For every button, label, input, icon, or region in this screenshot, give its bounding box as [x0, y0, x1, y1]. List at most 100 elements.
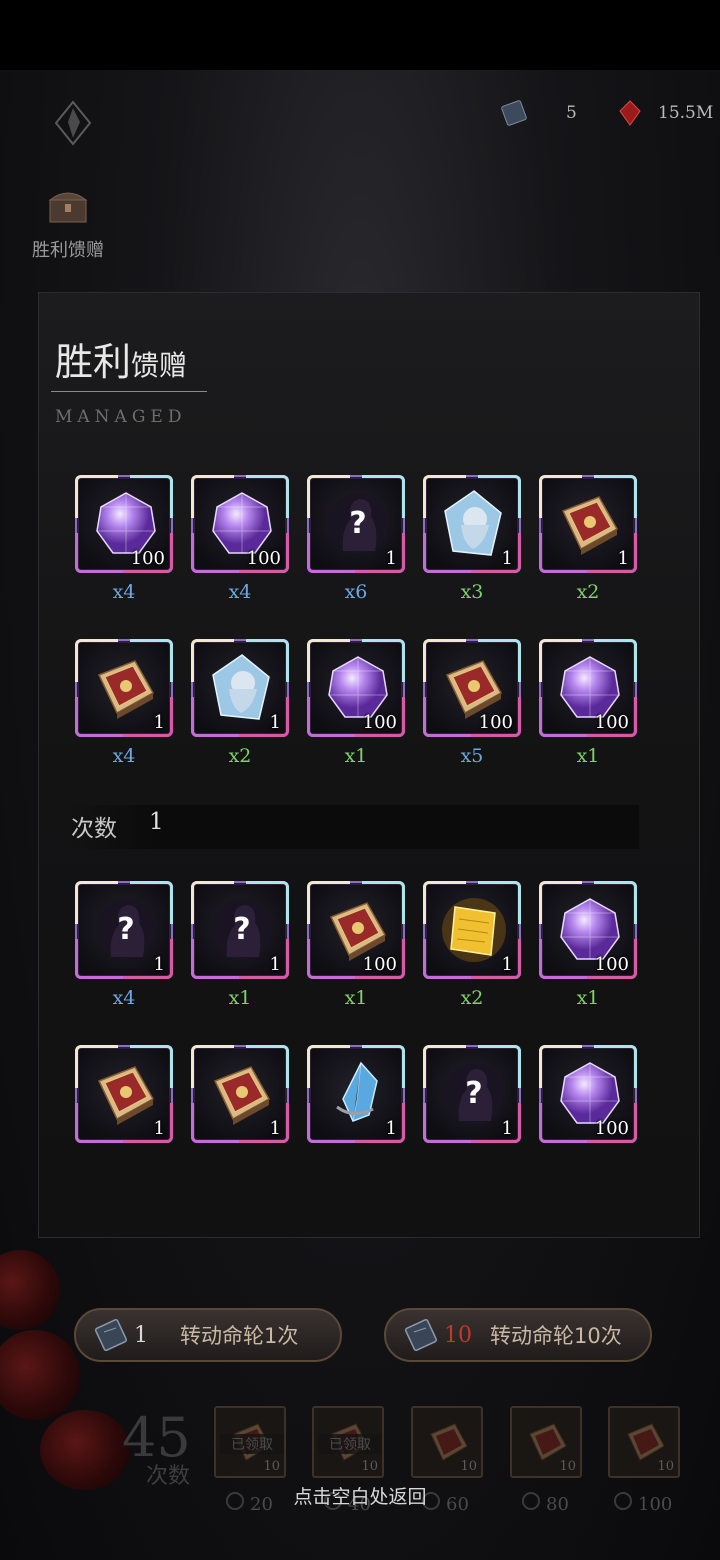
reward-quantity: 100 — [246, 548, 281, 569]
reward-multiplier: x1 — [228, 987, 252, 1009]
rose-decoration — [0, 1330, 80, 1420]
reward-item[interactable]: 1 x3 — [423, 475, 521, 603]
draw-count-value: 1 — [149, 809, 164, 835]
reward-item[interactable]: 1 — [191, 1045, 289, 1151]
reward-card[interactable]: 100 — [539, 881, 637, 979]
reward-quantity: 1 — [501, 548, 513, 569]
reward-card[interactable]: 100 — [423, 639, 521, 737]
reward-item[interactable]: 100 — [539, 1045, 637, 1151]
reward-card[interactable]: 1 — [75, 639, 173, 737]
milestone-reward-slot[interactable]: 10 — [411, 1406, 483, 1478]
milestone-reward-slot[interactable]: 已领取 10 — [214, 1406, 286, 1478]
reward-item[interactable]: 1 x2 — [539, 475, 637, 603]
reward-multiplier: x6 — [344, 581, 368, 603]
spin-once-button[interactable]: 1 转动命轮1次 — [74, 1308, 342, 1362]
svg-text:?: ? — [117, 912, 134, 947]
rose-decoration — [40, 1410, 130, 1490]
reward-item[interactable]: 1 x2 — [191, 639, 289, 767]
reward-card[interactable]: 1 — [191, 1045, 289, 1143]
reward-card[interactable]: 1 — [539, 475, 637, 573]
reward-card[interactable]: 1 — [75, 1045, 173, 1143]
reward-multiplier: x2 — [576, 581, 600, 603]
reward-item[interactable]: ? 1 — [423, 1045, 521, 1151]
reward-quantity: 1 — [153, 954, 165, 975]
rose-decoration — [0, 1250, 60, 1330]
reward-card[interactable]: 100 — [307, 639, 405, 737]
reward-item[interactable]: 1 x4 — [75, 639, 173, 767]
reward-card[interactable]: 100 — [539, 639, 637, 737]
reward-card[interactable]: ? 1 — [191, 881, 289, 979]
reward-item[interactable]: 100 x1 — [307, 881, 405, 1009]
reward-multiplier: x1 — [344, 987, 368, 1009]
reward-multiplier: x5 — [460, 745, 484, 767]
reward-card[interactable]: 1 — [423, 881, 521, 979]
reward-quantity: 1 — [269, 954, 281, 975]
reward-quantity: 1 — [269, 1118, 281, 1139]
milestone-reward-quantity: 10 — [361, 1459, 378, 1474]
reward-quantity: 100 — [362, 712, 397, 733]
spin-ten-button[interactable]: 10 转动命轮10次 — [384, 1308, 652, 1362]
ticket-icon — [404, 1318, 438, 1352]
claimed-tag: 已领取 — [220, 1434, 284, 1454]
reward-item[interactable]: ? 1 x4 — [75, 881, 173, 1009]
milestone-reward-slot[interactable]: 10 — [510, 1406, 582, 1478]
spin-ten-label: 转动命轮10次 — [490, 1324, 622, 1348]
panel-title-sub: 馈赠 — [131, 349, 188, 382]
reward-quantity: 100 — [130, 548, 165, 569]
reward-quantity: 1 — [617, 548, 629, 569]
reward-quantity: 1 — [153, 1118, 165, 1139]
ticket-count: 5 — [566, 103, 577, 123]
reward-row-4: 1 1 1? 1 100 — [75, 1045, 637, 1151]
game-logo-icon[interactable] — [50, 100, 96, 146]
ticket-icon — [94, 1318, 128, 1352]
reward-card[interactable]: ? 1 — [423, 1045, 521, 1143]
draw-count-bar: 次数 1 — [69, 805, 639, 849]
reward-item[interactable]: 100 x5 — [423, 639, 521, 767]
reward-card[interactable]: ? 1 — [75, 881, 173, 979]
reward-item[interactable]: 100 x4 — [75, 475, 173, 603]
reward-card[interactable]: 100 — [307, 881, 405, 979]
reward-card[interactable]: 1 — [191, 639, 289, 737]
reward-quantity: 1 — [501, 1118, 513, 1139]
reward-quantity: 100 — [362, 954, 397, 975]
reward-card[interactable]: 100 — [191, 475, 289, 573]
reward-card[interactable]: 100 — [75, 475, 173, 573]
reward-item[interactable]: 1 x2 — [423, 881, 521, 1009]
reward-item[interactable]: 100 x1 — [539, 881, 637, 1009]
reward-card[interactable]: 1 — [423, 475, 521, 573]
tap-to-return-hint[interactable]: 点击空白处返回 — [0, 1482, 720, 1509]
spin-once-label: 转动命轮1次 — [180, 1324, 299, 1348]
reward-item[interactable]: 100 x1 — [539, 639, 637, 767]
reward-multiplier: x1 — [576, 987, 600, 1009]
reward-item[interactable]: 1 — [75, 1045, 173, 1151]
reward-multiplier: x2 — [228, 745, 252, 767]
svg-text:?: ? — [465, 1076, 482, 1111]
reward-item[interactable]: 100 x4 — [191, 475, 289, 603]
reward-quantity: 1 — [385, 548, 397, 569]
victory-gift-label: 胜利馈赠 — [32, 240, 104, 261]
reward-quantity: 1 — [153, 712, 165, 733]
reward-card[interactable]: ? 1 — [307, 475, 405, 573]
reward-multiplier: x2 — [460, 987, 484, 1009]
reward-quantity: 100 — [478, 712, 513, 733]
reward-quantity: 1 — [269, 712, 281, 733]
reward-item[interactable]: 100 x1 — [307, 639, 405, 767]
reward-row-3: ? 1 x4? 1 x1 100 x1 1 x2 100 x1 — [75, 881, 637, 1009]
victory-gift-side-button[interactable]: 胜利馈赠 — [26, 186, 110, 262]
crystal-count: 15.5M — [658, 103, 714, 123]
reward-item[interactable]: ? 1 x1 — [191, 881, 289, 1009]
reward-item[interactable]: ? 1 x6 — [307, 475, 405, 603]
red-crystal-icon — [619, 100, 641, 126]
reward-scroll-area[interactable]: ? 1 x4? 1 x1 100 x1 1 x2 100 x1 1 1 1? 1 100 — [39, 873, 701, 1165]
milestone-reward-quantity: 10 — [263, 1459, 280, 1474]
reward-item[interactable]: 1 — [307, 1045, 405, 1151]
reward-card[interactable]: 100 — [539, 1045, 637, 1143]
milestone-reward-slot[interactable]: 10 — [608, 1406, 680, 1478]
panel-subtitle: MANAGED — [55, 407, 187, 427]
reward-card[interactable]: 1 — [307, 1045, 405, 1143]
milestone-reward-slot[interactable]: 已领取 10 — [312, 1406, 384, 1478]
reward-row-2: 1 x4 1 x2 100 x1 100 x5 100 x1 — [75, 639, 637, 767]
title-underline — [51, 391, 207, 392]
panel-title: 胜利馈赠 — [55, 331, 187, 386]
panel-title-main: 胜利 — [55, 340, 132, 384]
